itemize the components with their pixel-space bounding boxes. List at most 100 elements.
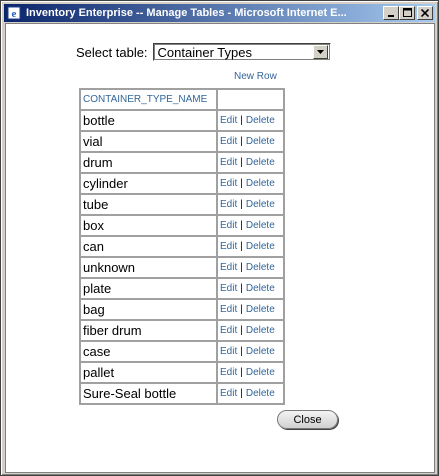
container-type-name-cell: fiber drum [80,320,217,341]
delete-link[interactable]: Delete [246,115,275,126]
edit-link[interactable]: Edit [220,157,237,168]
edit-link[interactable]: Edit [220,262,237,273]
table-row: box Edit | Delete [80,215,284,236]
table-row: cylinder Edit | Delete [80,173,284,194]
minimize-icon [387,4,395,22]
row-actions-cell: Edit | Delete [217,131,284,152]
page-content: Select table: Container Types New Row CO… [5,23,435,473]
edit-link[interactable]: Edit [220,304,237,315]
edit-link[interactable]: Edit [220,283,237,294]
row-actions-cell: Edit | Delete [217,110,284,131]
table-row: bottle Edit | Delete [80,110,284,131]
container-type-name-cell: cylinder [80,173,217,194]
row-actions-cell: Edit | Delete [217,320,284,341]
action-separator: | [240,220,243,231]
action-separator: | [240,115,243,126]
table-row: can Edit | Delete [80,236,284,257]
close-window-button[interactable] [417,6,433,20]
action-separator: | [240,346,243,357]
container-types-table: CONTAINER_TYPE_NAME bottle Edit | Delete via… [79,88,285,405]
action-separator: | [240,262,243,273]
row-actions-cell: Edit | Delete [217,152,284,173]
action-separator: | [240,136,243,147]
edit-link[interactable]: Edit [220,136,237,147]
column-header-container-type-name: CONTAINER_TYPE_NAME [80,89,217,110]
row-actions-cell: Edit | Delete [217,236,284,257]
edit-link[interactable]: Edit [220,346,237,357]
action-separator: | [240,388,243,399]
delete-link[interactable]: Delete [246,262,275,273]
edit-link[interactable]: Edit [220,367,237,378]
delete-link[interactable]: Delete [246,220,275,231]
table-select-value: Container Types [157,44,252,60]
edit-link[interactable]: Edit [220,241,237,252]
row-actions-cell: Edit | Delete [217,194,284,215]
row-actions-cell: Edit | Delete [217,299,284,320]
title-bar[interactable]: e Inventory Enterprise -- Manage Tables … [4,4,435,22]
row-actions-cell: Edit | Delete [217,215,284,236]
delete-link[interactable]: Delete [246,241,275,252]
container-type-name-cell: case [80,341,217,362]
row-actions-cell: Edit | Delete [217,383,284,404]
edit-link[interactable]: Edit [220,388,237,399]
column-header-actions [217,89,284,110]
delete-link[interactable]: Delete [246,283,275,294]
edit-link[interactable]: Edit [220,220,237,231]
maximize-button[interactable] [399,6,415,20]
chevron-down-icon[interactable] [312,45,328,59]
edit-link[interactable]: Edit [220,178,237,189]
delete-link[interactable]: Delete [246,388,275,399]
delete-link[interactable]: Delete [246,199,275,210]
maximize-icon [402,4,412,22]
select-table-label: Select table: [76,44,148,60]
action-separator: | [240,241,243,252]
delete-link[interactable]: Delete [246,367,275,378]
edit-link[interactable]: Edit [220,325,237,336]
edit-link[interactable]: Edit [220,199,237,210]
internet-explorer-icon: e [6,5,22,21]
table-row: tube Edit | Delete [80,194,284,215]
container-type-name-cell: plate [80,278,217,299]
action-separator: | [240,304,243,315]
container-type-name-cell: bottle [80,110,217,131]
action-separator: | [240,367,243,378]
title-buttons [383,6,433,20]
container-type-name-cell: can [80,236,217,257]
table-row: fiber drum Edit | Delete [80,320,284,341]
minimize-button[interactable] [383,6,399,20]
delete-link[interactable]: Delete [246,157,275,168]
row-actions-cell: Edit | Delete [217,341,284,362]
action-separator: | [240,325,243,336]
table-row: bag Edit | Delete [80,299,284,320]
table-header-row: CONTAINER_TYPE_NAME [80,89,284,110]
close-icon [420,4,430,22]
table-row: Sure-Seal bottle Edit | Delete [80,383,284,404]
new-row-link[interactable]: New Row [234,71,277,82]
container-type-name-cell: vial [80,131,217,152]
row-actions-cell: Edit | Delete [217,257,284,278]
close-button[interactable]: Close [277,410,338,429]
delete-link[interactable]: Delete [246,178,275,189]
action-separator: | [240,283,243,294]
edit-link[interactable]: Edit [220,115,237,126]
delete-link[interactable]: Delete [246,304,275,315]
action-separator: | [240,157,243,168]
container-type-name-cell: tube [80,194,217,215]
row-actions-cell: Edit | Delete [217,362,284,383]
container-type-name-cell: unknown [80,257,217,278]
table-row: plate Edit | Delete [80,278,284,299]
container-type-name-cell: box [80,215,217,236]
table-row: pallet Edit | Delete [80,362,284,383]
container-type-name-cell: bag [80,299,217,320]
container-type-name-cell: pallet [80,362,217,383]
table-row: case Edit | Delete [80,341,284,362]
delete-link[interactable]: Delete [246,325,275,336]
table-select-inner: Container Types [153,44,330,60]
table-select[interactable]: Container Types [152,43,331,61]
table-row: unknown Edit | Delete [80,257,284,278]
action-separator: | [240,178,243,189]
table-body: bottle Edit | Delete vial Edit | Delete drum Edit… [80,110,284,404]
delete-link[interactable]: Delete [246,136,275,147]
delete-link[interactable]: Delete [246,346,275,357]
svg-text:e: e [12,8,17,20]
